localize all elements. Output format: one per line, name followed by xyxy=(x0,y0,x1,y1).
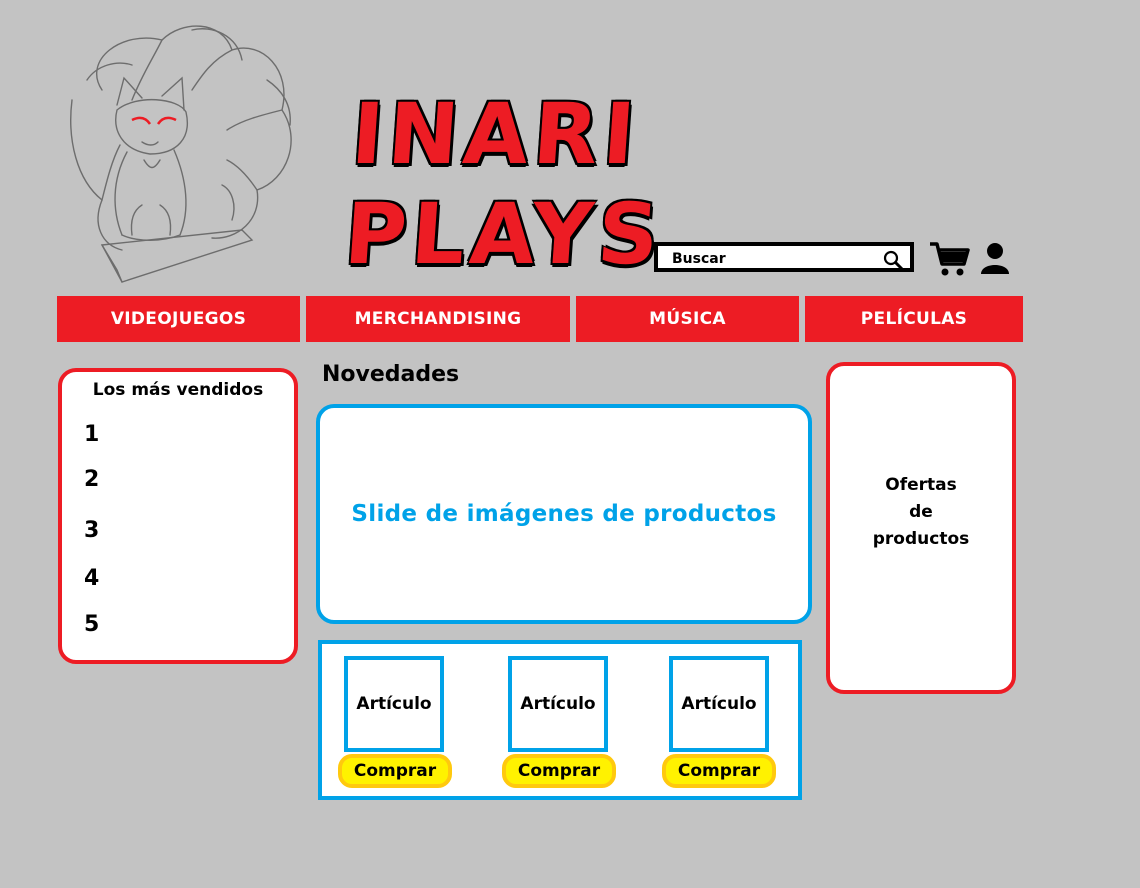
bestsellers-title: Los más vendidos xyxy=(92,380,264,400)
search-bar[interactable] xyxy=(654,242,914,272)
news-title: Novedades xyxy=(322,362,460,387)
rank-item[interactable]: 1 xyxy=(84,422,99,447)
fox-mascot-logo xyxy=(70,25,292,283)
rank-item[interactable]: 5 xyxy=(84,612,99,637)
nav-videojuegos[interactable]: VIDEOJUEGOS xyxy=(57,296,300,342)
rank-item[interactable]: 3 xyxy=(84,518,99,543)
buy-button[interactable]: Comprar xyxy=(662,754,776,788)
product-image-slider[interactable]: Slide de imágenes de productos xyxy=(316,404,812,624)
search-input[interactable] xyxy=(672,248,872,270)
product-card[interactable]: Artículo xyxy=(508,656,608,752)
nav-musica[interactable]: MÚSICA xyxy=(576,296,799,342)
offers-text: Ofertas de productos xyxy=(872,475,970,549)
nav-merchandising[interactable]: MERCHANDISING xyxy=(306,296,570,342)
slider-placeholder-text: Slide de imágenes de productos xyxy=(351,501,777,527)
buy-button[interactable]: Comprar xyxy=(338,754,452,788)
rank-item[interactable]: 4 xyxy=(84,566,99,591)
user-icon[interactable] xyxy=(980,242,1010,274)
buy-button[interactable]: Comprar xyxy=(502,754,616,788)
products-row: Artículo Comprar Artículo Comprar Artícu… xyxy=(318,640,802,800)
search-icon[interactable] xyxy=(882,249,904,271)
offers-panel[interactable]: Ofertas de productos xyxy=(826,362,1016,694)
brand-title: INARI PLAYS xyxy=(341,85,667,283)
rank-item[interactable]: 2 xyxy=(84,467,99,492)
nav-peliculas[interactable]: PELÍCULAS xyxy=(805,296,1023,342)
product-card[interactable]: Artículo xyxy=(344,656,444,752)
product-card[interactable]: Artículo xyxy=(669,656,769,752)
cart-icon[interactable] xyxy=(928,240,970,278)
bestsellers-panel: Los más vendidos 1 2 3 4 5 xyxy=(58,368,298,664)
